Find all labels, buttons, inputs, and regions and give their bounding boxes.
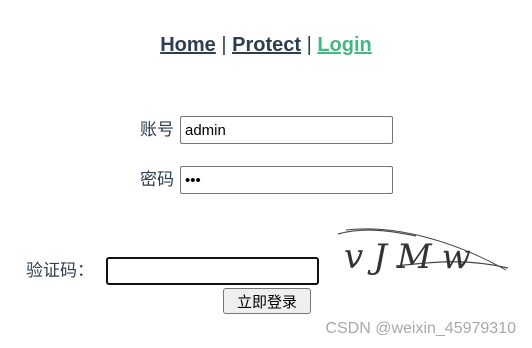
account-input[interactable]: [180, 116, 393, 144]
watermark: CSDN @weixin_45979310: [325, 320, 516, 337]
top-nav: Home | Protect | Login: [0, 32, 532, 58]
captcha-image[interactable]: vJMw: [336, 222, 512, 276]
login-button[interactable]: 立即登录: [223, 288, 311, 314]
captcha-input[interactable]: [106, 257, 319, 285]
captcha-label: 验证码：: [26, 261, 94, 281]
nav-separator: |: [306, 34, 312, 56]
nav-link-home[interactable]: Home: [160, 34, 216, 56]
password-row: 密码: [140, 166, 393, 194]
nav-link-protect[interactable]: Protect: [232, 34, 301, 56]
nav-link-login[interactable]: Login: [317, 34, 371, 56]
password-input[interactable]: [180, 166, 393, 194]
account-label: 账号: [140, 120, 174, 140]
password-label: 密码: [140, 170, 174, 190]
nav-separator: |: [221, 34, 227, 56]
captcha-text: vJMw: [344, 237, 481, 276]
account-row: 账号: [140, 116, 393, 144]
captcha-row: 验证码：: [26, 257, 319, 285]
